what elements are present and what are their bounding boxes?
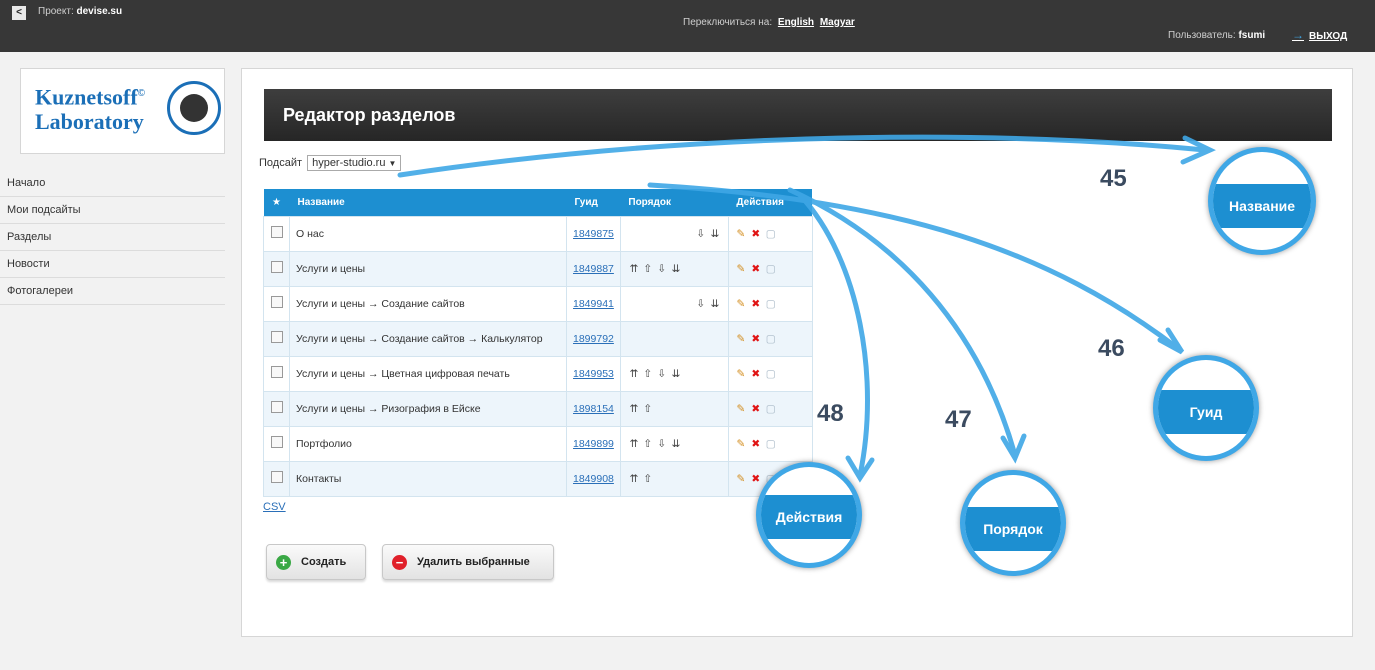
arrow-to-guid: [647, 182, 1183, 353]
arrow-to-name: [397, 134, 1208, 178]
zoom-lens-guid: Гуид: [1153, 355, 1259, 461]
lens-order-label: Порядок: [965, 507, 1061, 551]
callout-number-46: 46: [1098, 335, 1125, 362]
lens-name-label: Название: [1213, 184, 1311, 228]
lens-actions-label: Действия: [761, 495, 857, 539]
callout-number-45: 45: [1100, 165, 1127, 192]
zoom-lens-order: Порядок: [960, 470, 1066, 576]
callout-number-48: 48: [817, 400, 844, 427]
arrow-to-actions: [797, 192, 870, 478]
callout-arrows: [397, 134, 1216, 483]
lens-guid-label: Гуид: [1158, 390, 1254, 434]
callout-number-47: 47: [945, 406, 972, 433]
zoom-lens-actions: Действия: [756, 462, 862, 568]
zoom-lens-name: Название: [1208, 147, 1316, 255]
